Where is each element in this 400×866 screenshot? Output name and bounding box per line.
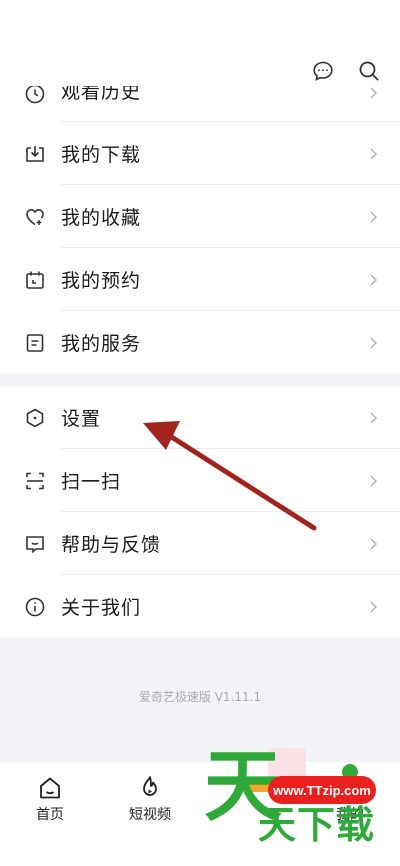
menu-item-label: 扫一扫 [61,471,122,493]
menu-item-label: 我的预约 [61,270,142,292]
chevron-right-icon [370,336,378,349]
search-icon[interactable] [356,58,382,84]
chevron-right-icon [370,537,378,550]
chevron-right-icon [370,210,378,223]
tab-short-video[interactable]: 短视频 [110,774,190,824]
chevron-right-icon [370,147,378,160]
menu-item-label: 关于我们 [61,597,142,619]
tab-label: 首页 [36,807,64,823]
menu-item-favorites[interactable]: 我的收藏 [0,185,400,248]
scan-icon [26,472,44,489]
menu-item-services[interactable]: 我的服务 [0,311,400,374]
menu-item-about[interactable]: 关于我们 [0,575,400,638]
menu-item-scan[interactable]: 扫一扫 [0,449,400,512]
tab-home[interactable]: 首页 [10,774,90,824]
calendar-icon [26,271,44,289]
info-icon [25,597,45,616]
menu-item-label: 我的下载 [61,144,142,166]
favorite-icon [26,208,44,225]
menu-item-label: 观看历史 [61,86,142,103]
settings-icon [26,408,44,427]
menu-group-general: 设置 扫一扫 帮助与反馈 关于我们 [0,386,400,638]
chevron-right-icon [370,87,378,99]
menu-item-help-feedback[interactable]: 帮助与反馈 [0,512,400,575]
short-video-icon [143,776,157,796]
menu-item-label: 我的收藏 [61,207,142,229]
service-icon [26,333,44,352]
app-version: 爱奇艺极速版 V1.11.1 [138,690,262,704]
tab-label: 短视频 [129,807,171,823]
menu-group-account: 观看历史 我的下载 我的收藏 我的预约 我的服务 [0,86,400,374]
chevron-right-icon [370,600,378,613]
top-bar [0,0,400,86]
menu-item-reservations[interactable]: 我的预约 [0,248,400,311]
download-icon [26,145,44,162]
top-icons [310,58,382,84]
menu-item-label: 帮助与反馈 [61,534,162,556]
menu-item-history[interactable]: 观看历史 [0,86,400,122]
message-icon[interactable] [310,58,336,84]
watermark-text: 天下载 [258,803,376,847]
chevron-right-icon [370,474,378,487]
menu-item-downloads[interactable]: 我的下载 [0,122,400,185]
home-icon [40,777,60,799]
history-icon [25,86,45,104]
chevron-right-icon [370,273,378,286]
chevron-right-icon [370,411,378,424]
watermark-url: www.TTzip.com [268,776,376,804]
feedback-icon [26,535,44,553]
menu-item-label: 我的服务 [61,333,142,355]
menu-item-label: 设置 [61,408,102,430]
menu-item-settings[interactable]: 设置 [0,386,400,449]
